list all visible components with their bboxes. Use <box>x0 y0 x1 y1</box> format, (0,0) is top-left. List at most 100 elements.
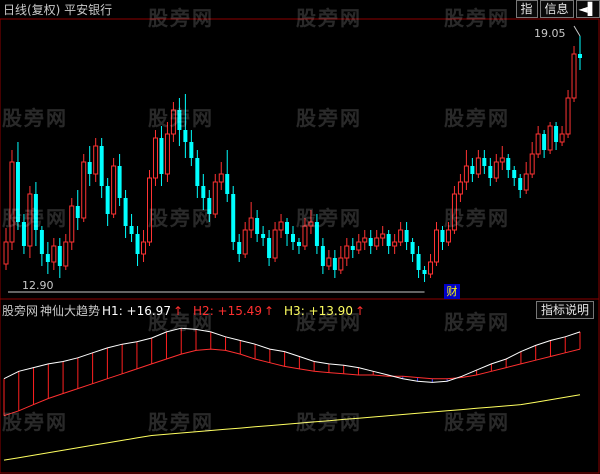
candle-body <box>457 181 463 195</box>
watermark: 股旁网 <box>2 206 68 230</box>
candle-body <box>482 158 487 166</box>
candle-body <box>123 198 128 226</box>
indicator-explain-button[interactable]: 指标说明 <box>535 301 594 319</box>
watermark: 股旁网 <box>296 206 362 230</box>
candle-body <box>463 165 469 183</box>
candle-body <box>410 242 415 254</box>
candle-body <box>87 162 92 174</box>
candle-body <box>565 97 571 135</box>
watermark: 股旁网 <box>444 6 510 30</box>
candle-body <box>135 234 140 254</box>
candle-body <box>93 145 99 175</box>
watermark: 股旁网 <box>296 6 362 30</box>
chart-window: 日线(复权) 平安银行 指 信息 ◄▌ 股旁网 股旁网 股旁网 股旁网 股旁网 … <box>0 0 600 474</box>
candle-body <box>493 161 499 179</box>
candle-body <box>255 218 260 234</box>
candle-body <box>51 245 57 263</box>
candle-body <box>332 258 337 270</box>
candlestick-series <box>3 36 582 282</box>
indicator-legend: 股旁网 神仙大趋势 H1: +16.97 ↑ H2: +15.49 ↑ H3: +13.90… <box>2 302 375 319</box>
candle-body <box>392 241 398 247</box>
candle-body <box>242 229 248 255</box>
candle-body <box>434 229 439 263</box>
candle-body <box>81 161 87 219</box>
info-button[interactable]: 信息 <box>539 0 574 18</box>
watermark: 股旁网 <box>444 410 510 434</box>
candle-body <box>164 133 170 175</box>
candle-body <box>285 222 290 234</box>
candle-body <box>362 237 368 243</box>
chart-canvas <box>0 18 600 474</box>
watermark: 股旁网 <box>296 410 362 434</box>
pin-close-icon[interactable]: ◄▌ <box>575 0 600 18</box>
watermark: 股旁网 <box>444 206 510 230</box>
low-price-label: 12.90 <box>22 279 54 292</box>
candle-body <box>189 142 194 158</box>
candle-body <box>475 157 481 175</box>
candle-body <box>326 257 332 267</box>
finance-badge[interactable]: 财 <box>444 284 460 299</box>
up-arrow-icon: ↑ <box>263 304 275 318</box>
candle-body <box>578 54 582 58</box>
candle-body <box>404 230 409 242</box>
candle-body <box>380 233 386 239</box>
high-price-label: 19.05 <box>534 27 566 40</box>
candle-body <box>338 257 344 271</box>
candle-body <box>272 229 278 259</box>
candle-body <box>416 254 421 270</box>
watermark: 股旁网 <box>444 106 510 130</box>
candle-body <box>141 241 147 255</box>
watermark-label: 股旁网 <box>2 304 39 318</box>
watermark: 股旁网 <box>296 106 362 130</box>
candle-body <box>320 246 325 266</box>
candle-body <box>3 241 9 265</box>
candle-body <box>99 146 104 186</box>
candle-body <box>248 217 254 231</box>
h1-line <box>3 327 581 383</box>
watermark: 股旁网 <box>148 410 214 434</box>
candle-body <box>428 261 434 275</box>
candle-body <box>547 125 553 151</box>
chart-title: 日线(复权) 平安银行 <box>3 3 113 17</box>
candle-body <box>506 158 511 170</box>
up-arrow-icon: ↑ <box>354 304 366 318</box>
candle-body <box>422 270 427 274</box>
candle-body <box>129 226 134 234</box>
candle-body <box>63 241 69 267</box>
watermark: 股旁网 <box>2 106 68 130</box>
indicator-series <box>3 327 581 461</box>
h3-value: H3: +13.90 <box>284 304 353 318</box>
candle-body <box>440 230 445 242</box>
candle-body <box>111 165 117 215</box>
candle-body <box>386 234 391 246</box>
candle-body <box>368 238 373 246</box>
candle-body <box>195 158 200 186</box>
candle-body <box>183 130 188 142</box>
candle-body <box>291 234 295 242</box>
candle-body <box>69 205 75 243</box>
candle-body <box>201 186 206 198</box>
watermark: 股旁网 <box>2 410 68 434</box>
top-toolbar: 指 信息 ◄▌ <box>515 0 600 18</box>
candle-body <box>45 254 50 262</box>
candle-body <box>261 234 266 238</box>
candle-body <box>39 230 44 254</box>
candle-body <box>278 221 284 231</box>
index-button[interactable]: 指 <box>515 0 538 18</box>
candle-body <box>237 242 242 254</box>
candle-body <box>267 238 272 258</box>
watermark: 股旁网 <box>444 310 510 334</box>
candle-body <box>225 174 230 194</box>
up-arrow-icon: ↑ <box>172 304 184 318</box>
candle-body <box>152 137 158 179</box>
candle-body <box>518 178 523 190</box>
candle-body <box>554 126 559 142</box>
candle-body <box>356 241 362 251</box>
candle-body <box>542 134 547 150</box>
candle-body <box>470 166 475 174</box>
candle-body <box>374 237 380 247</box>
candle-body <box>344 245 350 259</box>
high-marker-line <box>573 25 581 37</box>
candle-body <box>75 206 80 218</box>
candle-body <box>296 242 301 246</box>
